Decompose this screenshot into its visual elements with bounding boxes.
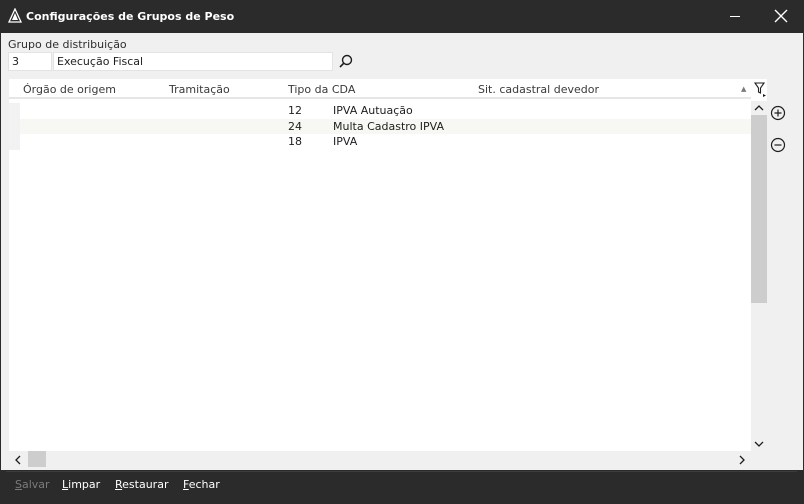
cell-tipo-code: 18 bbox=[288, 135, 302, 148]
scroll-right-icon[interactable] bbox=[738, 455, 746, 465]
cell-tipo-code: 24 bbox=[288, 119, 302, 133]
footer-toolbar: Salvar Limpar Restaurar Fechar bbox=[6, 471, 797, 498]
data-grid: Órgão de origem Tramitação Tipo da CDA S… bbox=[9, 79, 767, 467]
app-logo-icon bbox=[7, 8, 23, 23]
cell-tipo-desc: IPVA Autuação bbox=[333, 104, 413, 117]
clear-button-label: impar bbox=[68, 478, 101, 491]
close-icon bbox=[774, 9, 788, 23]
save-button-label: alvar bbox=[21, 478, 50, 491]
filter-icon[interactable] bbox=[753, 80, 767, 98]
close-button[interactable] bbox=[758, 0, 804, 33]
vertical-scrollbar[interactable] bbox=[751, 101, 767, 451]
clear-button[interactable]: Limpar bbox=[62, 478, 100, 491]
table-row[interactable]: 24 Multa Cadastro IPVA bbox=[9, 118, 751, 134]
save-button[interactable]: Salvar bbox=[15, 478, 50, 491]
minimize-button[interactable] bbox=[712, 0, 758, 33]
scroll-up-icon[interactable] bbox=[754, 104, 764, 112]
search-icon[interactable] bbox=[336, 52, 356, 72]
save-button-mnemonic: S bbox=[15, 478, 22, 491]
grid-header: Órgão de origem Tramitação Tipo da CDA S… bbox=[9, 79, 766, 99]
col-header-tipo-cda[interactable]: Tipo da CDA bbox=[288, 83, 355, 96]
table-row[interactable]: 12 IPVA Autuação bbox=[9, 103, 751, 119]
restore-button[interactable]: Restaurar bbox=[115, 478, 168, 491]
scrollbar-corner bbox=[751, 451, 767, 467]
row-indicator[interactable] bbox=[9, 118, 20, 134]
minimize-icon bbox=[730, 16, 740, 17]
col-header-tramitacao[interactable]: Tramitação bbox=[169, 83, 230, 96]
cell-tipo-desc: IPVA bbox=[333, 135, 358, 148]
col-header-orgao[interactable]: Órgão de origem bbox=[23, 83, 116, 96]
restore-button-label: estaurar bbox=[122, 478, 169, 491]
row-indicator[interactable] bbox=[9, 103, 20, 119]
table-row[interactable]: 18 IPVA bbox=[9, 134, 751, 150]
horizontal-scrollbar[interactable] bbox=[9, 451, 751, 467]
scroll-down-icon[interactable] bbox=[754, 440, 764, 448]
remove-circle-icon[interactable] bbox=[769, 136, 787, 154]
vertical-scroll-thumb[interactable] bbox=[751, 115, 767, 303]
horizontal-scroll-thumb[interactable] bbox=[28, 451, 46, 467]
close-dialog-button-label: echar bbox=[188, 478, 220, 491]
col-header-situacao[interactable]: Sit. cadastral devedor bbox=[478, 83, 599, 96]
sort-up-icon: ▲ bbox=[741, 85, 747, 93]
close-dialog-button[interactable]: Fechar bbox=[183, 478, 220, 491]
row-indicator[interactable] bbox=[9, 134, 20, 150]
dialog-body: Grupo de distribuição 3 Execução Fiscal … bbox=[1, 33, 803, 470]
grid-rows: 12 IPVA Autuação 24 Multa Cadastro IPVA … bbox=[9, 103, 751, 150]
cell-tipo-desc: Multa Cadastro IPVA bbox=[333, 119, 444, 133]
grupo-label: Grupo de distribuição bbox=[8, 38, 127, 51]
add-circle-icon[interactable] bbox=[769, 104, 787, 122]
scroll-left-icon[interactable] bbox=[14, 455, 22, 465]
window-title: Configurações de Grupos de Peso bbox=[26, 10, 235, 23]
grupo-name-field[interactable]: Execução Fiscal bbox=[53, 52, 333, 71]
grupo-code-field[interactable]: 3 bbox=[8, 52, 52, 71]
cell-tipo-code: 12 bbox=[288, 104, 302, 117]
title-bar: Configurações de Grupos de Peso bbox=[0, 0, 804, 33]
